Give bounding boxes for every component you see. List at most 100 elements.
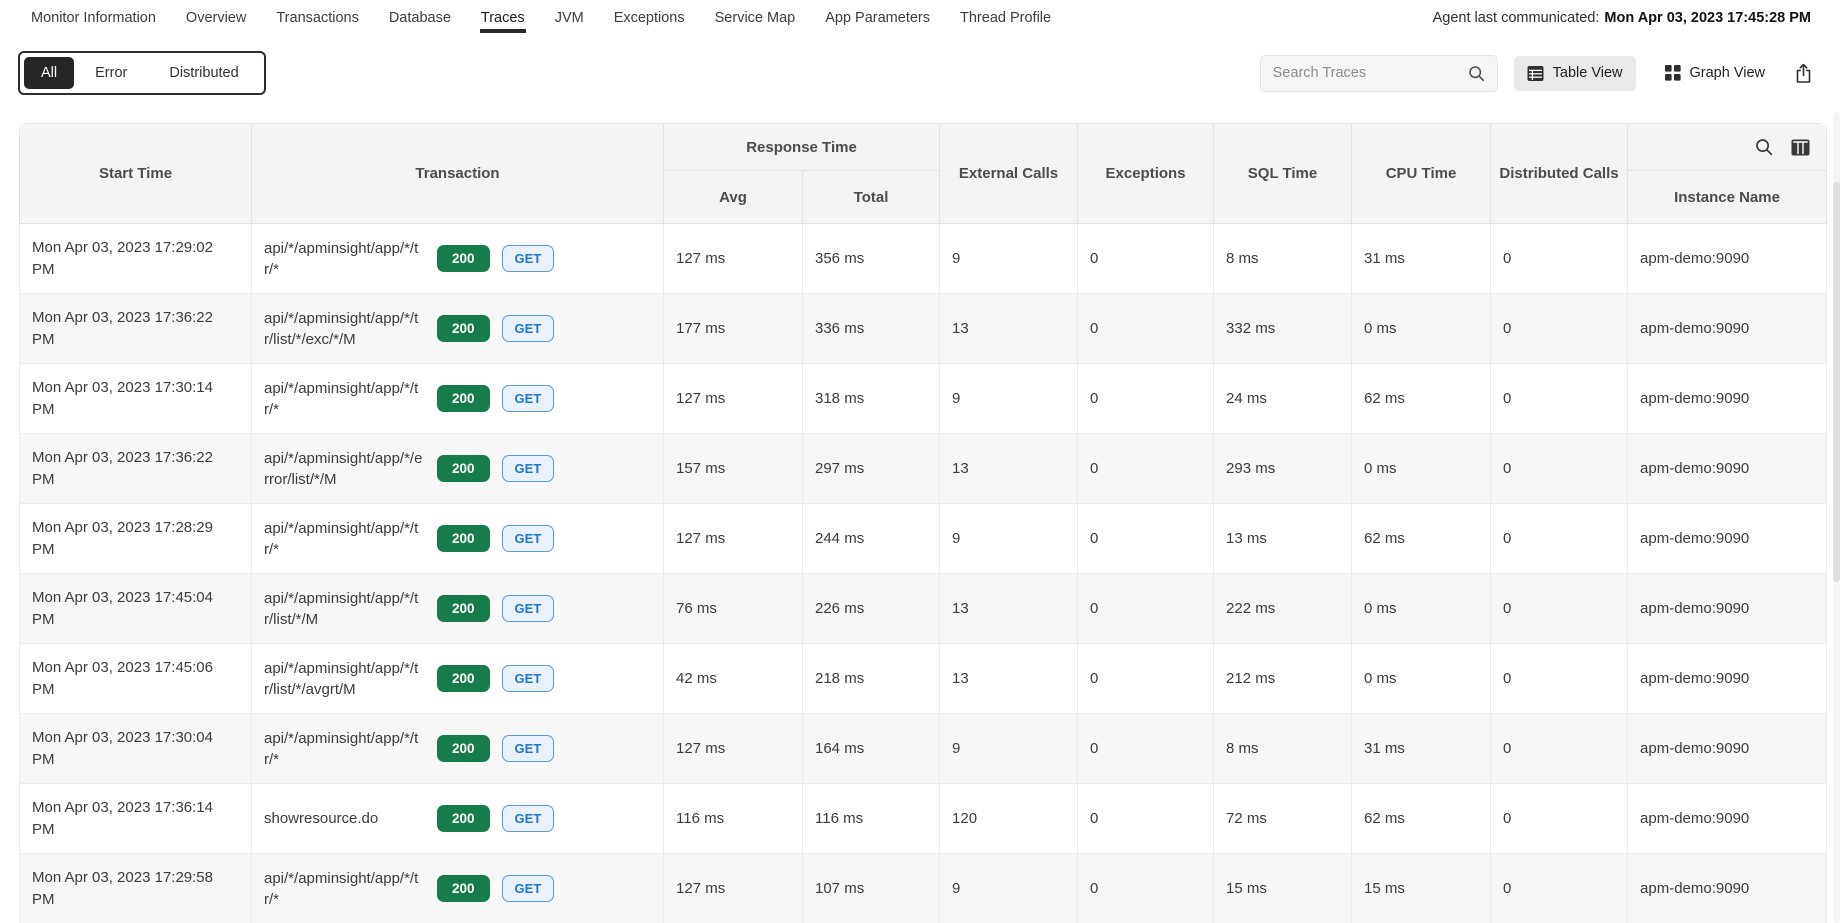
cell-cpu-time: 0 ms: [1352, 644, 1491, 714]
nav-tab-monitor-information[interactable]: Monitor Information: [30, 0, 157, 33]
cell-transaction: api/*/apminsight/app/*/tr/* 200 GET: [252, 854, 664, 923]
http-method-badge: GET: [502, 735, 555, 762]
trace-row[interactable]: Mon Apr 03, 2023 17:30:14 PM api/*/apmin…: [20, 364, 1827, 434]
transaction-name: api/*/apminsight/app/*/tr/list/*/avgrt/M: [264, 658, 425, 700]
cell-avg-response: 127 ms: [664, 714, 803, 784]
cell-sql-time: 293 ms: [1214, 434, 1352, 504]
nav-tab-app-parameters[interactable]: App Parameters: [824, 0, 931, 33]
trace-row[interactable]: Mon Apr 03, 2023 17:36:14 PM showresourc…: [20, 784, 1827, 854]
cell-exceptions: 0: [1078, 854, 1214, 923]
nav-tab-exceptions[interactable]: Exceptions: [613, 0, 686, 33]
nav-tab-traces[interactable]: Traces: [480, 0, 526, 33]
cell-start-time: Mon Apr 03, 2023 17:29:58 PM: [20, 854, 252, 923]
cell-transaction: api/*/apminsight/app/*/tr/* 200 GET: [252, 224, 664, 294]
filter-error[interactable]: Error: [74, 57, 148, 89]
cell-distributed-calls: 0: [1491, 364, 1628, 434]
top-navigation: Monitor Information Overview Transactions D…: [0, 0, 1841, 38]
cell-exceptions: 0: [1078, 504, 1214, 574]
cell-exceptions: 0: [1078, 644, 1214, 714]
cell-total-response: 107 ms: [803, 854, 940, 923]
cell-external-calls: 9: [940, 854, 1078, 923]
cell-avg-response: 127 ms: [664, 364, 803, 434]
cell-instance-name: apm-demo:9090: [1628, 504, 1827, 574]
nav-tab-service-map[interactable]: Service Map: [714, 0, 797, 33]
cell-transaction: showresource.do 200 GET: [252, 784, 664, 854]
status-code-badge: 200: [437, 455, 490, 482]
search-input[interactable]: [1273, 65, 1468, 81]
trace-row[interactable]: Mon Apr 03, 2023 17:36:22 PM api/*/apmin…: [20, 434, 1827, 504]
cell-distributed-calls: 0: [1491, 644, 1628, 714]
cell-cpu-time: 0 ms: [1352, 294, 1491, 364]
table-search-icon[interactable]: [1755, 138, 1773, 156]
cell-instance-name: apm-demo:9090: [1628, 784, 1827, 854]
cell-external-calls: 9: [940, 714, 1078, 784]
cell-total-response: 356 ms: [803, 224, 940, 294]
graph-view-button[interactable]: Graph View: [1652, 56, 1779, 90]
cell-external-calls: 13: [940, 434, 1078, 504]
trace-row[interactable]: Mon Apr 03, 2023 17:28:29 PM api/*/apmin…: [20, 504, 1827, 574]
cell-instance-name: apm-demo:9090: [1628, 644, 1827, 714]
nav-tab-overview[interactable]: Overview: [185, 0, 247, 33]
transaction-name: api/*/apminsight/app/*/tr/*: [264, 238, 425, 280]
http-method-badge: GET: [502, 245, 555, 272]
export-share-icon: [1794, 63, 1813, 84]
cell-start-time: Mon Apr 03, 2023 17:45:04 PM: [20, 574, 252, 644]
col-header-sql-time: SQL Time: [1214, 124, 1352, 224]
cell-transaction: api/*/apminsight/app/*/tr/list/*/exc/*/M…: [252, 294, 664, 364]
traces-table: Start Time Transaction Response Time Ext…: [19, 123, 1827, 923]
table-view-label: Table View: [1553, 65, 1623, 81]
cell-external-calls: 13: [940, 644, 1078, 714]
nav-tab-transactions[interactable]: Transactions: [275, 0, 359, 33]
transaction-name: api/*/apminsight/app/*/tr/list/*/exc/*/M: [264, 308, 425, 350]
table-list-icon: [1527, 65, 1544, 82]
trace-row[interactable]: Mon Apr 03, 2023 17:45:04 PM api/*/apmin…: [20, 574, 1827, 644]
cell-cpu-time: 31 ms: [1352, 224, 1491, 294]
cell-start-time: Mon Apr 03, 2023 17:36:14 PM: [20, 784, 252, 854]
status-code-badge: 200: [437, 315, 490, 342]
col-header-total: Total: [803, 171, 940, 224]
cell-exceptions: 0: [1078, 364, 1214, 434]
trace-row[interactable]: Mon Apr 03, 2023 17:36:22 PM api/*/apmin…: [20, 294, 1827, 364]
cell-sql-time: 15 ms: [1214, 854, 1352, 923]
cell-cpu-time: 62 ms: [1352, 364, 1491, 434]
cell-distributed-calls: 0: [1491, 784, 1628, 854]
status-code-badge: 200: [437, 665, 490, 692]
cell-exceptions: 0: [1078, 434, 1214, 504]
trace-row[interactable]: Mon Apr 03, 2023 17:30:04 PM api/*/apmin…: [20, 714, 1827, 784]
filter-distributed[interactable]: Distributed: [148, 57, 259, 89]
cell-instance-name: apm-demo:9090: [1628, 574, 1827, 644]
search-icon[interactable]: [1468, 65, 1485, 82]
trace-row[interactable]: Mon Apr 03, 2023 17:29:02 PM api/*/apmin…: [20, 224, 1827, 294]
transaction-name: api/*/apminsight/app/*/error/list/*/M: [264, 448, 425, 490]
http-method-badge: GET: [502, 455, 555, 482]
column-chooser-icon[interactable]: [1791, 139, 1810, 156]
cell-distributed-calls: 0: [1491, 224, 1628, 294]
http-method-badge: GET: [502, 315, 555, 342]
export-share-button[interactable]: [1794, 63, 1813, 84]
graph-view-label: Graph View: [1690, 65, 1766, 81]
trace-row[interactable]: Mon Apr 03, 2023 17:29:58 PM api/*/apmin…: [20, 854, 1827, 923]
status-code-badge: 200: [437, 875, 490, 902]
cell-start-time: Mon Apr 03, 2023 17:45:06 PM: [20, 644, 252, 714]
trace-type-filter-group: AllErrorDistributed: [18, 51, 266, 95]
col-header-avg: Avg: [664, 171, 803, 224]
cell-instance-name: apm-demo:9090: [1628, 714, 1827, 784]
cell-avg-response: 127 ms: [664, 854, 803, 923]
cell-sql-time: 8 ms: [1214, 714, 1352, 784]
cell-exceptions: 0: [1078, 294, 1214, 364]
agent-timestamp: Mon Apr 03, 2023 17:45:28 PM: [1604, 10, 1811, 26]
filter-all[interactable]: All: [24, 57, 74, 89]
nav-tab-thread-profile[interactable]: Thread Profile: [959, 0, 1052, 33]
nav-tab-jvm[interactable]: JVM: [554, 0, 585, 33]
cell-instance-name: apm-demo:9090: [1628, 294, 1827, 364]
search-box[interactable]: [1260, 55, 1498, 92]
cell-distributed-calls: 0: [1491, 294, 1628, 364]
transaction-name: api/*/apminsight/app/*/tr/*: [264, 868, 425, 910]
vertical-scrollbar-thumb[interactable]: [1833, 182, 1840, 582]
trace-row[interactable]: Mon Apr 03, 2023 17:45:06 PM api/*/apmin…: [20, 644, 1827, 714]
table-view-button[interactable]: Table View: [1514, 56, 1636, 91]
nav-tab-database[interactable]: Database: [388, 0, 452, 33]
http-method-badge: GET: [502, 525, 555, 552]
nav-tabs: Monitor Information Overview Transactions D…: [30, 0, 1052, 33]
cell-external-calls: 120: [940, 784, 1078, 854]
